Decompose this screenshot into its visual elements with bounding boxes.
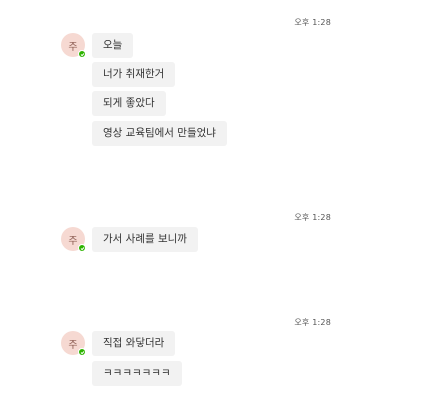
- online-check-icon: [78, 348, 86, 356]
- message-bubble[interactable]: 되게 좋았다: [92, 91, 166, 116]
- avatar-initial: 주: [68, 235, 78, 247]
- message-bubble[interactable]: ㅋㅋㅋㅋㅋㅋㅋ: [92, 361, 182, 386]
- timestamp: 오후 1:28: [294, 318, 331, 327]
- avatar[interactable]: 주: [61, 331, 86, 356]
- message-bubble[interactable]: 오늘: [92, 33, 134, 58]
- message-bubble[interactable]: 너가 취재한거: [92, 62, 176, 87]
- avatar[interactable]: 주: [61, 33, 86, 58]
- online-check-icon: [78, 50, 86, 58]
- timestamp: 오후 1:28: [294, 18, 331, 27]
- message-bubble[interactable]: 영상 교육팀에서 만들었냐: [92, 121, 227, 146]
- avatar-initial: 주: [68, 41, 78, 53]
- avatar-initial: 주: [68, 339, 78, 351]
- online-check-icon: [78, 244, 86, 252]
- message-bubble[interactable]: 가서 사례를 보니까: [92, 227, 198, 252]
- message-bubble[interactable]: 직접 와닿더라: [92, 331, 176, 356]
- avatar[interactable]: 주: [61, 227, 86, 252]
- timestamp: 오후 1:28: [294, 213, 331, 222]
